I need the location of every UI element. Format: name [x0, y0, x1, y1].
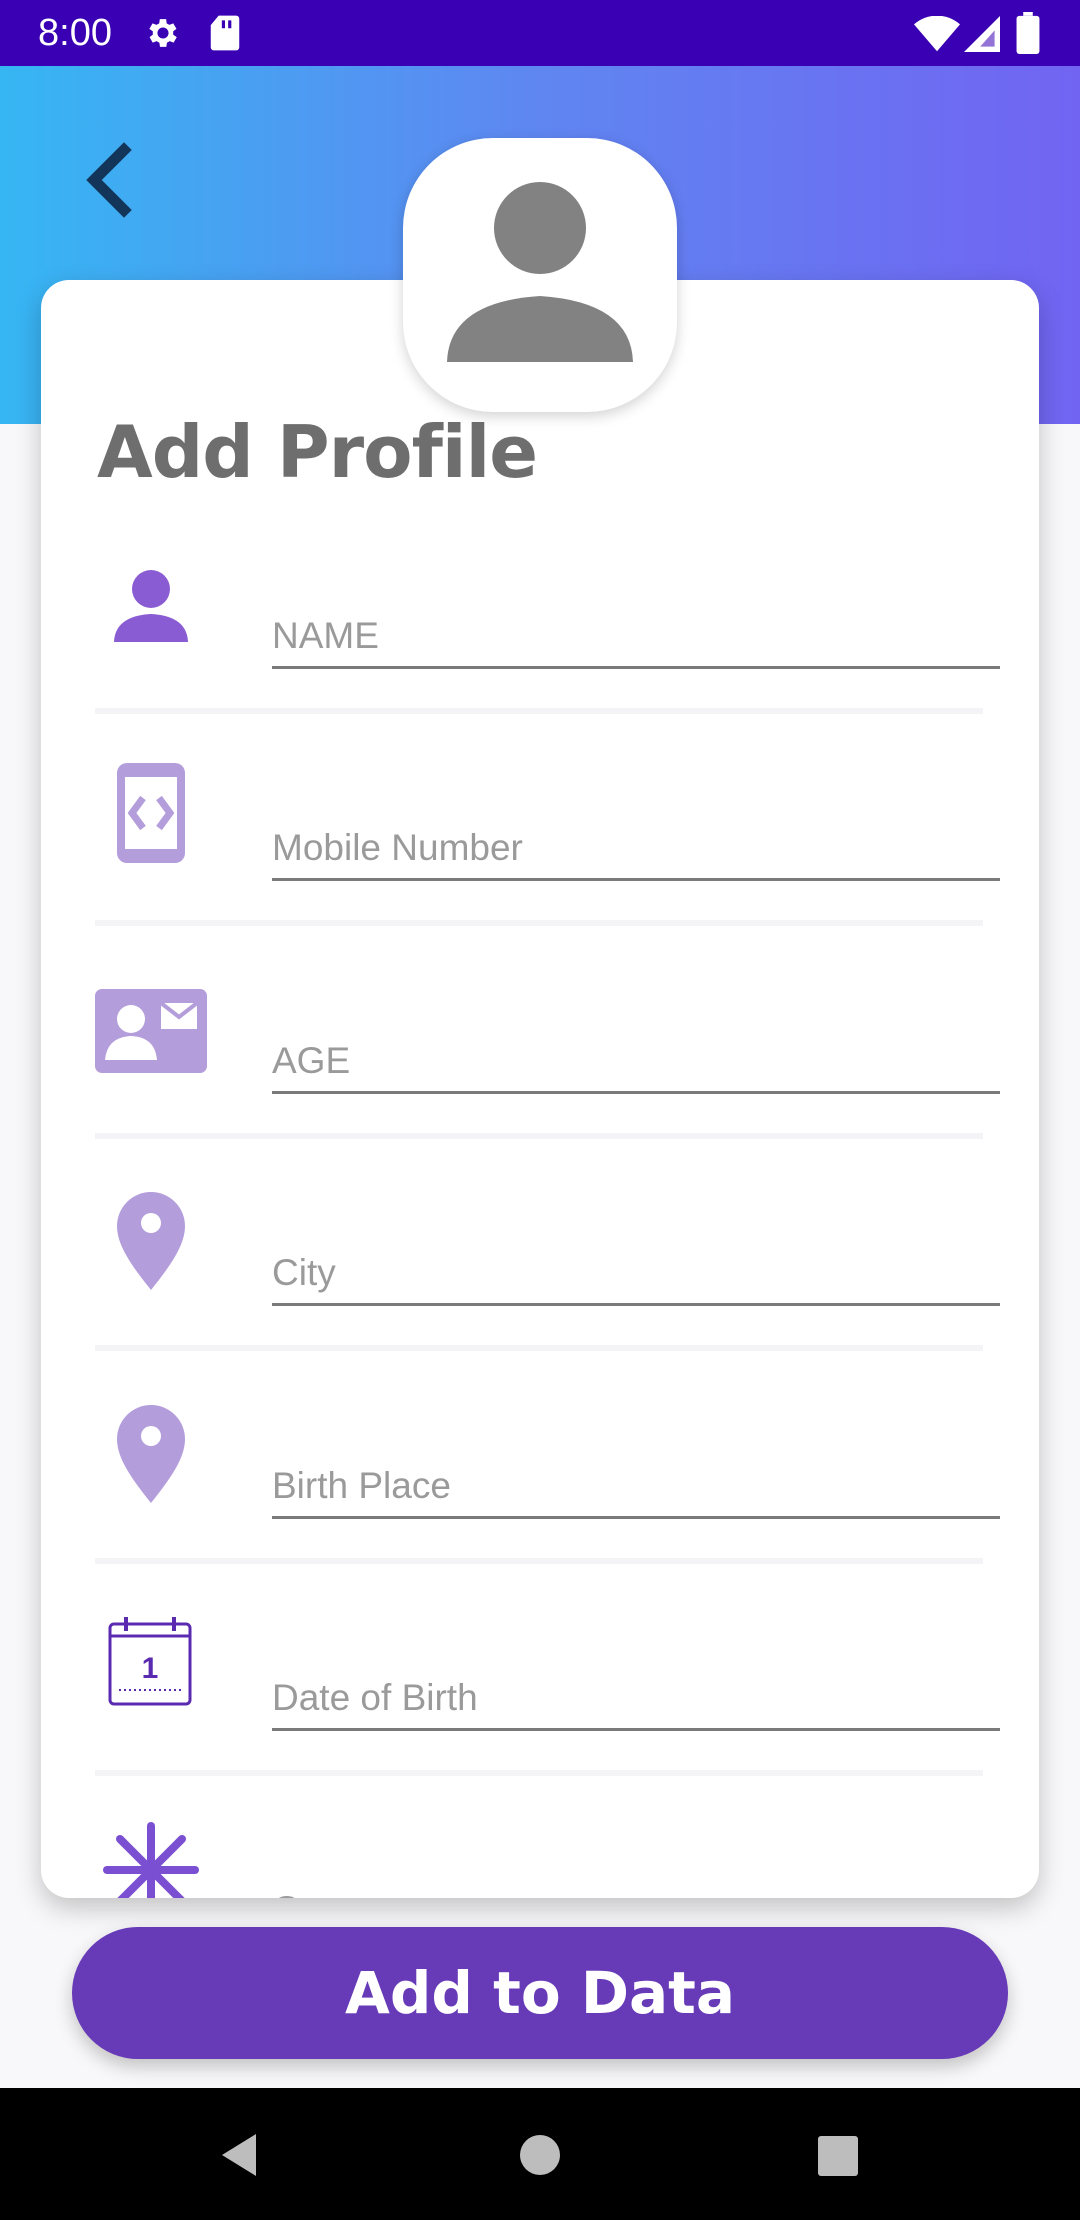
name-field-row: [95, 540, 1000, 752]
home-circle-icon[interactable]: [519, 2134, 561, 2176]
page-title: Add Profile: [97, 410, 538, 494]
calendar-day: 1: [142, 1652, 159, 1685]
field-divider: [95, 1133, 983, 1139]
field-divider: [95, 920, 983, 926]
snowflake-icon: [103, 1822, 199, 1898]
dob-field-row: 1: [95, 1602, 1000, 1814]
field-divider: [95, 1345, 983, 1351]
gotra-input[interactable]: [272, 1880, 1000, 1898]
profile-avatar[interactable]: [403, 138, 677, 412]
recents-square-icon[interactable]: [817, 2135, 859, 2177]
date-of-birth-input[interactable]: [272, 1668, 1000, 1731]
sd-card-icon: [210, 15, 240, 51]
name-input[interactable]: [272, 606, 1000, 669]
city-input[interactable]: [272, 1243, 1000, 1306]
profile-form-card: Add Profile NAME Mobile Number AGE City …: [41, 280, 1039, 1898]
add-to-data-button[interactable]: Add to Data: [72, 1927, 1008, 2059]
field-divider: [95, 1770, 983, 1776]
city-field-row: [95, 1177, 1000, 1389]
mobile-field-row: [95, 752, 1000, 964]
birth-place-input[interactable]: [272, 1456, 1000, 1519]
navigation-bar: [0, 2088, 1080, 2220]
contact-card-icon: [95, 989, 207, 1073]
location-pin-icon: [117, 1405, 185, 1503]
back-button[interactable]: [78, 140, 148, 220]
wifi-icon: [914, 16, 960, 52]
field-divider: [95, 708, 983, 714]
status-bar: 8:00: [0, 0, 1080, 66]
field-divider: [95, 1558, 983, 1564]
birth-place-field-row: [95, 1390, 1000, 1602]
chevron-left-icon: [86, 142, 132, 218]
person-avatar-icon: [447, 182, 633, 362]
status-time: 8:00: [38, 12, 112, 54]
calendar-icon: 1: [108, 1617, 192, 1706]
settings-icon: [149, 19, 177, 47]
back-triangle-icon[interactable]: [218, 2132, 258, 2178]
mobile-phone-icon: [117, 763, 185, 863]
battery-icon: [1016, 12, 1040, 54]
age-input[interactable]: [272, 1031, 1000, 1094]
person-icon: [114, 570, 188, 642]
mobile-number-input[interactable]: [272, 818, 1000, 881]
gotra-field-row: [95, 1814, 1000, 1898]
age-field-row: [95, 965, 1000, 1177]
location-pin-icon: [117, 1192, 185, 1290]
signal-icon: [964, 16, 1000, 52]
